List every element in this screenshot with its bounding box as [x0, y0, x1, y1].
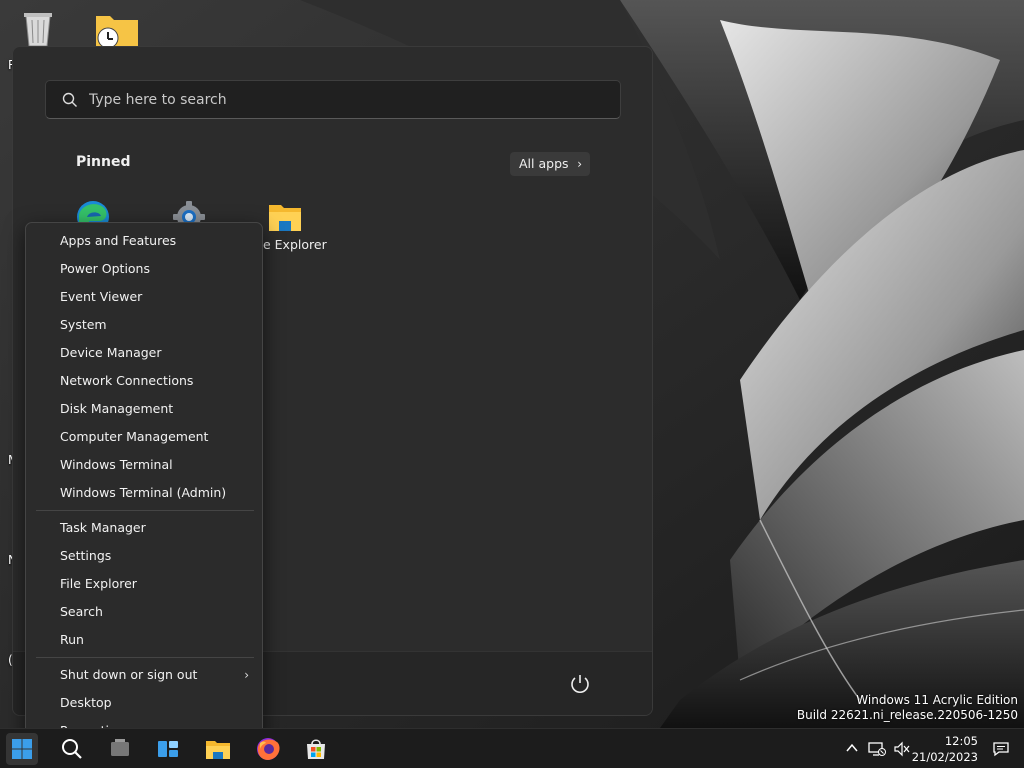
chevron-right-icon: ›	[244, 668, 249, 682]
power-icon[interactable]	[568, 672, 592, 696]
network-disconnected-icon[interactable]	[868, 741, 886, 757]
all-apps-label: All apps	[519, 156, 569, 171]
menu-separator	[36, 510, 254, 511]
microsoft-store-icon[interactable]	[300, 733, 332, 765]
windows-start-icon	[12, 739, 32, 759]
watermark-build: Build 22621.ni_release.220506-1250	[796, 708, 1018, 722]
menu-item-task-manager[interactable]: Task Manager	[30, 515, 258, 541]
start-button[interactable]	[6, 733, 38, 765]
notifications-icon[interactable]	[992, 741, 1010, 757]
menu-item-network-connections[interactable]: Network Connections	[30, 368, 258, 394]
search-input[interactable]	[89, 81, 589, 118]
taskbar-clock[interactable]: 12:05 21/02/2023	[912, 733, 978, 765]
pinned-section-title: Pinned	[76, 154, 131, 170]
menu-item-computer-management[interactable]: Computer Management	[30, 424, 258, 450]
clock-date: 21/02/2023	[911, 750, 978, 764]
menu-item-event-viewer[interactable]: Event Viewer	[30, 284, 258, 310]
menu-item-search[interactable]: Search	[30, 599, 258, 625]
menu-item-run[interactable]: Run	[30, 627, 258, 653]
chevron-right-icon: ›	[577, 157, 582, 171]
taskbar: 12:05 21/02/2023	[0, 728, 1024, 768]
search-icon	[62, 92, 77, 107]
file-explorer-icon[interactable]	[202, 733, 234, 765]
folder-shortcut-icon[interactable]	[94, 10, 140, 50]
menu-item-settings[interactable]: Settings	[30, 543, 258, 569]
all-apps-button[interactable]: All apps ›	[510, 152, 590, 176]
pinned-app-label: e Explorer	[263, 237, 327, 252]
menu-item-windows-terminal-admin[interactable]: Windows Terminal (Admin)	[30, 480, 258, 506]
recycle-bin-icon[interactable]	[18, 8, 58, 48]
start-search-box[interactable]	[45, 80, 621, 119]
volume-muted-icon[interactable]	[893, 741, 911, 757]
clock-time: 12:05	[944, 734, 978, 748]
menu-item-disk-management[interactable]: Disk Management	[30, 396, 258, 422]
menu-item-device-manager[interactable]: Device Manager	[30, 340, 258, 366]
watermark-edition: Windows 11 Acrylic Edition	[856, 693, 1018, 707]
file-explorer-folder-icon[interactable]	[267, 201, 303, 233]
show-hidden-icons-chevron-up-icon[interactable]	[845, 741, 859, 755]
menu-item-file-explorer[interactable]: File Explorer	[30, 571, 258, 597]
taskbar-search-icon[interactable]	[56, 733, 88, 765]
menu-item-windows-terminal[interactable]: Windows Terminal	[30, 452, 258, 478]
task-view-icon[interactable]	[104, 733, 136, 765]
firefox-icon[interactable]	[252, 733, 284, 765]
menu-item-label: Shut down or sign out	[60, 667, 198, 682]
menu-item-apps-and-features[interactable]: Apps and Features	[30, 228, 258, 254]
quick-link-context-menu: Apps and Features Power Options Event Vi…	[25, 222, 263, 746]
menu-item-system[interactable]: System	[30, 312, 258, 338]
menu-item-shut-down-or-sign-out[interactable]: Shut down or sign out ›	[30, 662, 258, 688]
menu-separator	[36, 657, 254, 658]
windows-build-watermark: Windows 11 Acrylic Edition Build 22621.n…	[797, 693, 1018, 723]
widgets-icon[interactable]	[152, 733, 184, 765]
menu-item-power-options[interactable]: Power Options	[30, 256, 258, 282]
menu-item-desktop[interactable]: Desktop	[30, 690, 258, 716]
